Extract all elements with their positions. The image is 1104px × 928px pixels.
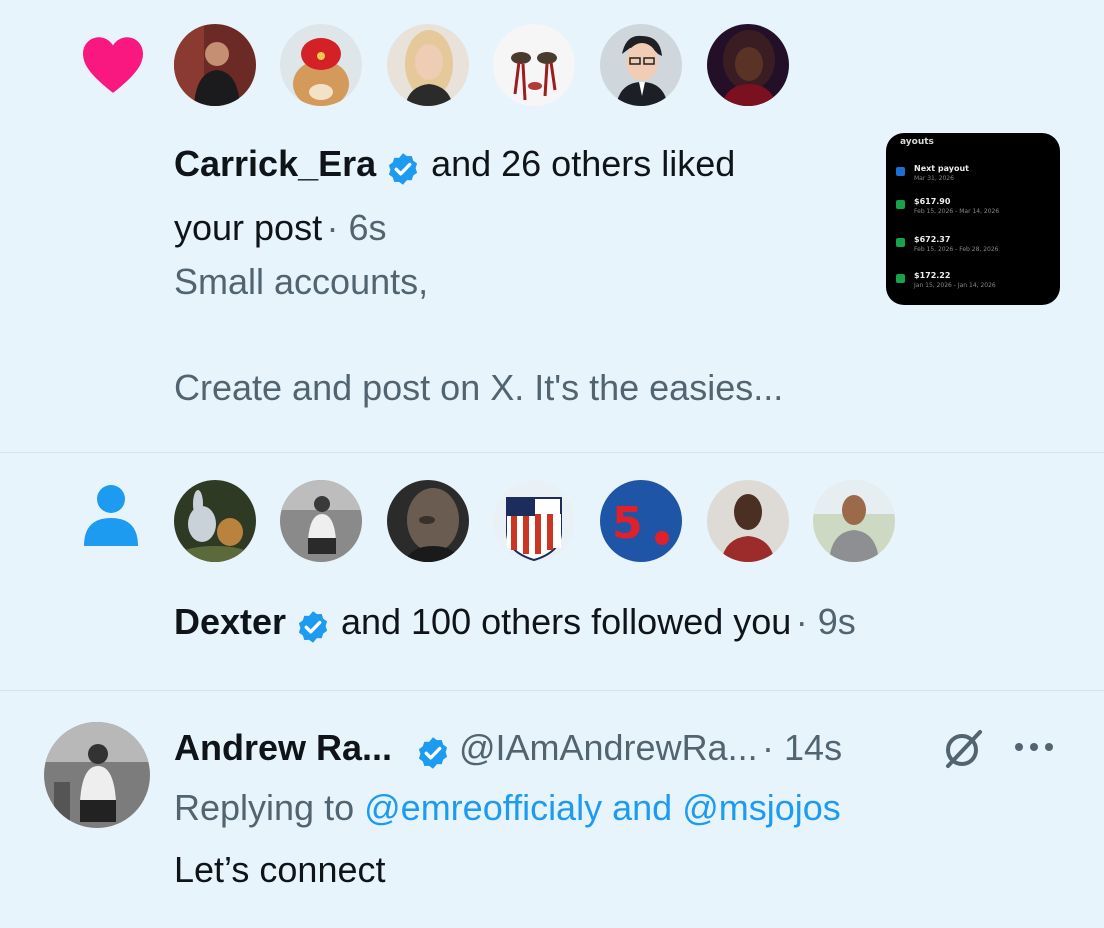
follower-avatar[interactable]: 5 — [600, 480, 682, 562]
liker-avatar[interactable] — [280, 24, 362, 106]
actor-name[interactable]: Carrick_Era — [174, 143, 376, 184]
divider — [0, 690, 1104, 691]
replying-prefix: Replying to — [174, 787, 355, 828]
payout-amount: $617.90 — [914, 197, 951, 206]
liker-avatar[interactable] — [174, 24, 256, 106]
payout-row: $672.37 Feb 15, 2026 - Feb 28, 2026 — [896, 235, 1056, 261]
payout-row: Next payout Mar 31, 2026 — [896, 164, 1056, 190]
payout-amount: $172.22 — [914, 271, 951, 280]
thumbnail-header: ayouts — [900, 137, 934, 147]
payout-date: Jan 15, 2026 - Jan 14, 2026 — [914, 282, 996, 289]
follower-avatar[interactable] — [813, 480, 895, 562]
like-time: · 6s — [326, 207, 387, 248]
follower-avatar[interactable] — [280, 480, 362, 562]
calendar-icon — [896, 167, 905, 176]
svg-text:5: 5 — [612, 498, 643, 549]
divider — [0, 452, 1104, 453]
payout-amount: Next payout — [914, 164, 969, 173]
and-word: and — [612, 787, 673, 828]
follower-avatar[interactable] — [387, 480, 469, 562]
grok-icon[interactable] — [940, 726, 986, 772]
money-icon — [896, 274, 905, 283]
payout-date: Feb 15, 2026 - Feb 28, 2026 — [914, 246, 999, 253]
payout-date: Mar 31, 2026 — [914, 175, 954, 182]
follow-summary: and 100 others followed you — [340, 601, 792, 642]
follower-avatar[interactable] — [174, 480, 256, 562]
verified-badge-icon — [298, 611, 327, 643]
post-media-thumbnail[interactable]: ayouts Next payout Mar 31, 2026 $617.90 … — [886, 133, 1060, 305]
mention-link[interactable]: @msjojos — [682, 787, 841, 828]
follower-name[interactable]: Dexter — [174, 601, 286, 642]
more-options-icon[interactable] — [1012, 740, 1056, 754]
reply-body: Let’s connect — [174, 849, 386, 890]
money-icon — [896, 238, 905, 247]
liker-avatar[interactable] — [493, 24, 575, 106]
payout-amount: $672.37 — [914, 235, 951, 244]
verified-badge-icon — [418, 737, 447, 769]
post-preview-line1: Small accounts, — [174, 261, 429, 302]
payout-row: $172.22 Jan 15, 2026 - Jan 14, 2026 — [896, 271, 1056, 297]
heart-icon — [83, 37, 143, 93]
payout-row: $617.90 Feb 15, 2026 - Mar 14, 2026 — [896, 197, 1056, 223]
author-avatar[interactable] — [44, 722, 150, 828]
liker-avatar[interactable] — [387, 24, 469, 106]
follower-avatar[interactable] — [493, 480, 575, 562]
replying-to: Replying to @emreofficialy and @msjojos — [174, 784, 841, 832]
follower-avatar[interactable] — [707, 480, 789, 562]
payout-date: Feb 15, 2026 - Mar 14, 2026 — [914, 208, 1000, 215]
mention-link[interactable]: @emreofficialy — [364, 787, 602, 828]
reply-time: · 14s — [762, 727, 843, 768]
liker-avatar[interactable] — [707, 24, 789, 106]
like-summary-line2: your post — [174, 207, 323, 248]
like-summary: and 26 others liked — [431, 143, 736, 184]
liker-avatar[interactable] — [600, 24, 682, 106]
verified-badge-icon — [388, 153, 417, 185]
post-preview-line2: Create and post on X. It's the easies... — [174, 367, 784, 408]
money-icon — [896, 200, 905, 209]
author-handle[interactable]: @IAmAndrewRa... — [459, 727, 758, 768]
follow-time: · 9s — [795, 601, 856, 642]
author-name[interactable]: Andrew Ra... — [174, 727, 392, 768]
person-icon — [84, 485, 138, 546]
